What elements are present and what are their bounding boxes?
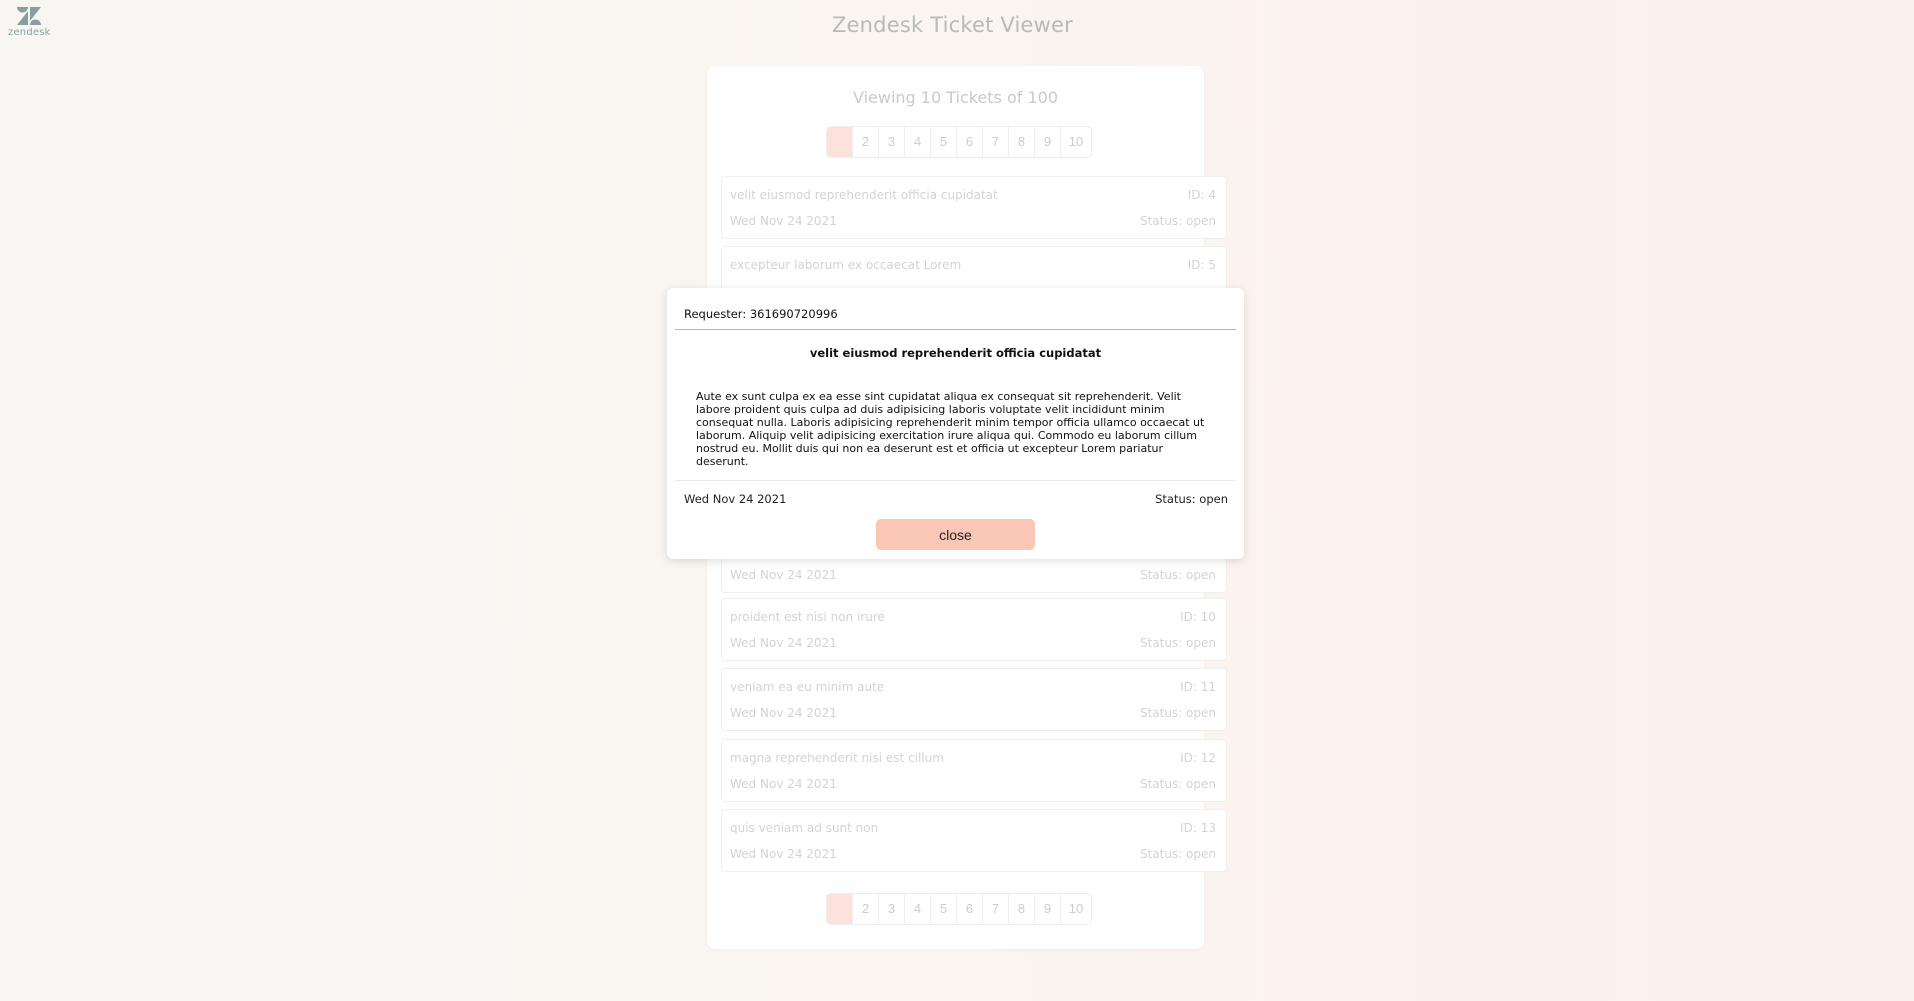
page-button-9[interactable]: 9 bbox=[1035, 127, 1061, 157]
ticket-detail-modal: Requester: 361690720996 velit eiusmod re… bbox=[667, 288, 1244, 559]
page-button-4[interactable]: 4 bbox=[905, 894, 931, 924]
page-button-4[interactable]: 4 bbox=[905, 127, 931, 157]
ticket-subject: velit eiusmod reprehenderit officia cupi… bbox=[730, 188, 998, 202]
page-button-3[interactable]: 3 bbox=[879, 127, 905, 157]
ticket-subject: proident est nisi non irure bbox=[730, 610, 885, 624]
ticket-card[interactable]: magna reprehenderit nisi est cillum ID: … bbox=[721, 739, 1227, 802]
page-button-10[interactable]: 10 bbox=[1061, 894, 1091, 924]
modal-status: Status: open bbox=[1155, 492, 1228, 506]
page-button-3[interactable]: 3 bbox=[879, 894, 905, 924]
ticket-date: Wed Nov 24 2021 bbox=[730, 214, 837, 228]
ticket-subject: quis veniam ad sunt non bbox=[730, 821, 879, 835]
page-button-9[interactable]: 9 bbox=[1035, 894, 1061, 924]
pagination-bottom: 1 2 3 4 5 6 7 8 9 10 bbox=[826, 893, 1092, 925]
page-button-6[interactable]: 6 bbox=[957, 127, 983, 157]
page-button-10[interactable]: 10 bbox=[1061, 127, 1091, 157]
page-button-7[interactable]: 7 bbox=[983, 127, 1009, 157]
ticket-id: ID: 13 bbox=[1180, 821, 1216, 835]
modal-subject: velit eiusmod reprehenderit officia cupi… bbox=[809, 346, 1102, 360]
ticket-card[interactable]: proident est nisi non irure ID: 10 Wed N… bbox=[721, 598, 1227, 661]
ticket-subject: veniam ea eu minim aute bbox=[730, 680, 885, 694]
page-button-1[interactable]: 1 bbox=[827, 894, 853, 924]
page-button-2[interactable]: 2 bbox=[853, 127, 879, 157]
ticket-subject: magna reprehenderit nisi est cillum bbox=[730, 751, 944, 765]
ticket-date: Wed Nov 24 2021 bbox=[730, 636, 837, 650]
ticket-id: ID: 5 bbox=[1187, 258, 1216, 272]
ticket-date: Wed Nov 24 2021 bbox=[730, 706, 837, 720]
ticket-id: ID: 10 bbox=[1180, 610, 1216, 624]
ticket-status: Status: open bbox=[1139, 706, 1216, 720]
ticket-status: Status: open bbox=[1139, 568, 1216, 582]
ticket-id: ID: 12 bbox=[1180, 751, 1216, 765]
page-button-5[interactable]: 5 bbox=[931, 127, 957, 157]
ticket-status: Status: open bbox=[1139, 777, 1216, 791]
ticket-card[interactable]: velit eiusmod reprehenderit officia cupi… bbox=[721, 176, 1227, 239]
page-button-5[interactable]: 5 bbox=[931, 894, 957, 924]
modal-description: Aute ex sunt culpa ex ea esse sint cupid… bbox=[696, 390, 1205, 468]
ticket-date: Wed Nov 24 2021 bbox=[730, 777, 837, 791]
viewing-count: Viewing 10 Tickets of 100 bbox=[852, 88, 1059, 107]
ticket-date: Wed Nov 24 2021 bbox=[730, 568, 837, 582]
modal-divider-bottom bbox=[675, 480, 1236, 481]
page-button-8[interactable]: 8 bbox=[1009, 894, 1035, 924]
page-button-1[interactable]: 1 bbox=[827, 127, 853, 157]
ticket-status: Status: open bbox=[1139, 847, 1216, 861]
ticket-id: ID: 11 bbox=[1180, 680, 1216, 694]
page-button-7[interactable]: 7 bbox=[983, 894, 1009, 924]
ticket-card[interactable]: veniam ea eu minim aute ID: 11 Wed Nov 2… bbox=[721, 668, 1227, 731]
ticket-subject: excepteur laborum ex occaecat Lorem bbox=[730, 258, 962, 272]
ticket-status: Status: open bbox=[1139, 636, 1216, 650]
close-button[interactable]: close bbox=[876, 519, 1035, 550]
page-button-6[interactable]: 6 bbox=[957, 894, 983, 924]
pagination-top: 1 2 3 4 5 6 7 8 9 10 bbox=[826, 126, 1092, 158]
modal-date: Wed Nov 24 2021 bbox=[684, 492, 787, 506]
page-button-2[interactable]: 2 bbox=[853, 894, 879, 924]
ticket-id: ID: 4 bbox=[1187, 188, 1216, 202]
ticket-status: Status: open bbox=[1139, 214, 1216, 228]
modal-requester: Requester: 361690720996 bbox=[684, 307, 838, 321]
ticket-card[interactable]: quis veniam ad sunt non ID: 13 Wed Nov 2… bbox=[721, 809, 1227, 872]
page-button-8[interactable]: 8 bbox=[1009, 127, 1035, 157]
ticket-date: Wed Nov 24 2021 bbox=[730, 847, 837, 861]
modal-divider-top bbox=[675, 329, 1236, 330]
app-title: Zendesk Ticket Viewer bbox=[831, 13, 1074, 37]
